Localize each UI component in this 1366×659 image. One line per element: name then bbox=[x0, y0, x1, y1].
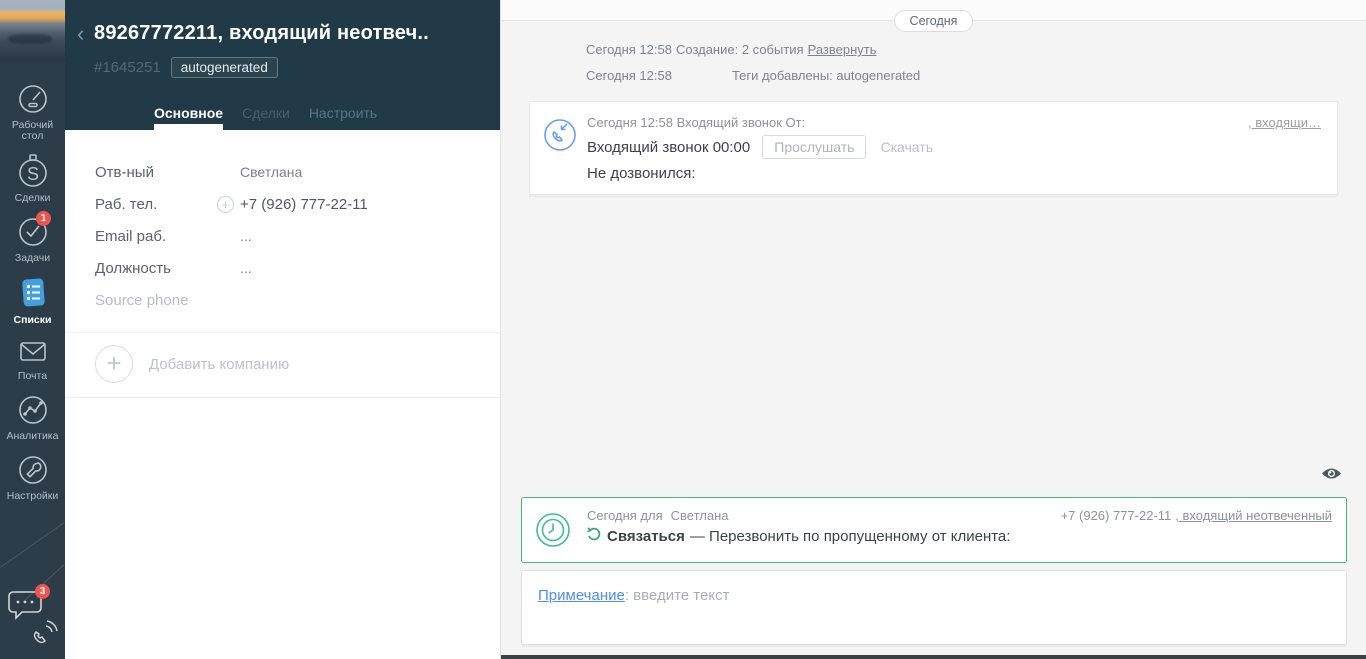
event-text: Теги добавлены: autogenerated bbox=[732, 68, 920, 83]
tab-deals[interactable]: Сделки bbox=[242, 105, 290, 130]
mail-icon bbox=[16, 337, 50, 367]
note-placeholder: : введите текст bbox=[625, 587, 730, 604]
field-value-phone[interactable]: +7 (926) 777-22-11 bbox=[240, 196, 368, 213]
sidebar-item-analytics[interactable]: Аналитика bbox=[0, 393, 65, 442]
back-button[interactable]: ‹ bbox=[77, 24, 84, 44]
sidebar-item-settings[interactable]: Настройки bbox=[0, 453, 65, 502]
contact-id: #1645251 bbox=[94, 59, 161, 76]
divider bbox=[65, 397, 500, 398]
field-label: Должность bbox=[95, 260, 225, 277]
call-result: Не дозвонился: bbox=[587, 165, 1321, 182]
field-responsible: Отв-ный Светлана bbox=[65, 156, 500, 188]
deals-icon: S bbox=[16, 153, 50, 189]
sidebar-item-deals[interactable]: S Сделки bbox=[0, 153, 65, 204]
settings-icon bbox=[16, 453, 50, 487]
task-description: — Перезвонить по пропущенному от клиента… bbox=[690, 528, 1011, 545]
lists-icon bbox=[16, 275, 50, 311]
tab-main[interactable]: Основное bbox=[154, 105, 223, 130]
sidebar-item-label: Задачи bbox=[15, 253, 50, 264]
event-text: Создание: 2 события bbox=[676, 42, 804, 57]
contact-header: ‹ 89267772211, входящий неотвеч.. #16452… bbox=[65, 0, 500, 130]
note-input[interactable]: Примечание: введите текст bbox=[521, 570, 1347, 645]
call-header: Сегодня 12:58 Входящий звонок От: bbox=[587, 115, 1248, 130]
contact-tabs: Основное Сделки Настроить bbox=[154, 105, 377, 130]
date-separator: Сегодня bbox=[894, 10, 974, 32]
field-work-phone: Раб. тел. +7 (926) 777-22-11 bbox=[65, 188, 500, 220]
field-label: Source phone bbox=[95, 292, 225, 309]
svg-text:S: S bbox=[26, 164, 38, 184]
timeline-feed: Сегодня Сегодня 12:58 Создание: 2 события… bbox=[500, 0, 1366, 659]
add-company-button[interactable]: Добавить компанию bbox=[65, 333, 500, 395]
visibility-eye-icon[interactable] bbox=[1321, 466, 1342, 486]
phone-widget-button[interactable] bbox=[30, 618, 60, 653]
account-photo[interactable] bbox=[0, 0, 65, 62]
call-type-link[interactable]: , входящи… bbox=[1248, 115, 1321, 130]
tasks-badge: 1 bbox=[36, 211, 51, 226]
call-label: Входящий звонок 00:00 bbox=[587, 139, 750, 156]
dashboard-icon bbox=[16, 82, 50, 116]
follow-up-icon bbox=[587, 527, 601, 545]
event-tags-added: Сегодня 12:58 Теги добавлены: autogenerat… bbox=[586, 63, 1366, 89]
task-action: Связаться bbox=[607, 528, 685, 545]
tab-setup[interactable]: Настроить bbox=[309, 105, 377, 130]
plus-icon bbox=[95, 345, 133, 383]
field-value-position[interactable]: ... bbox=[240, 260, 252, 276]
contact-tag[interactable]: autogenerated bbox=[171, 57, 278, 78]
field-source-phone: Source phone bbox=[65, 284, 500, 316]
add-company-label: Добавить компанию bbox=[149, 356, 289, 373]
expand-link[interactable]: Развернуть bbox=[808, 42, 877, 57]
phone-icon bbox=[30, 618, 60, 648]
field-label: Раб. тел. bbox=[95, 196, 225, 213]
analytics-icon bbox=[16, 393, 50, 427]
field-label: Email раб. bbox=[95, 228, 225, 245]
chat-badge: 3 bbox=[35, 584, 50, 599]
incoming-call-icon bbox=[542, 116, 579, 158]
sidebar-item-label: Списки bbox=[14, 315, 52, 326]
sidebar-item-mail[interactable]: Почта bbox=[0, 337, 65, 382]
bottom-edge-bar bbox=[501, 655, 1366, 659]
download-link[interactable]: Скачать bbox=[880, 139, 933, 155]
incoming-call-card: Сегодня 12:58 Входящий звонок От: , вход… bbox=[529, 101, 1338, 195]
task-type-link[interactable]: , входящий неотвеченный bbox=[1175, 508, 1332, 523]
contact-details: Отв-ный Светлана Раб. тел. +7 (926) 777-… bbox=[65, 130, 500, 659]
task-phone[interactable]: +7 (926) 777-22-11 bbox=[1061, 508, 1172, 523]
add-phone-icon[interactable] bbox=[217, 196, 234, 213]
app-window: Рабочий стол S Сделки 1 bbox=[0, 0, 1366, 659]
sidebar-item-label: Настройки bbox=[7, 491, 59, 502]
event-creation: Сегодня 12:58 Создание: 2 события Разверну… bbox=[586, 37, 1366, 63]
note-type-link[interactable]: Примечание bbox=[538, 587, 625, 604]
field-email: Email раб. ... bbox=[65, 220, 500, 252]
field-position: Должность ... bbox=[65, 252, 500, 284]
sidebar-item-label: Почта bbox=[18, 371, 47, 382]
event-time: Сегодня 12:58 bbox=[586, 68, 672, 83]
event-time: Сегодня 12:58 bbox=[586, 42, 672, 57]
task-card: Сегодня для Светлана +7 (926) 777-22-11 … bbox=[521, 497, 1347, 563]
sidebar-item-label: Сделки bbox=[15, 193, 51, 204]
field-value-email[interactable]: ... bbox=[240, 228, 252, 244]
field-value-responsible[interactable]: Светлана bbox=[240, 164, 302, 180]
sidebar-item-label: Аналитика bbox=[7, 431, 59, 442]
contact-panel: ‹ 89267772211, входящий неотвеч.. #16452… bbox=[65, 0, 500, 659]
sidebar-item-tasks[interactable]: 1 Задачи bbox=[0, 215, 65, 264]
task-person[interactable]: Светлана bbox=[671, 508, 729, 523]
listen-button[interactable]: Прослушать bbox=[762, 135, 866, 159]
field-label: Отв-ный bbox=[95, 164, 225, 181]
contact-title: 89267772211, входящий неотвеч.. bbox=[94, 0, 500, 45]
sidebar-item-dashboard[interactable]: Рабочий стол bbox=[0, 82, 65, 142]
sidebar-item-label: Рабочий стол bbox=[12, 120, 53, 142]
sidebar-item-lists[interactable]: Списки bbox=[0, 275, 65, 326]
task-date: Сегодня для bbox=[587, 508, 663, 523]
task-clock-icon bbox=[534, 511, 572, 554]
left-sidebar: Рабочий стол S Сделки 1 bbox=[0, 0, 65, 659]
